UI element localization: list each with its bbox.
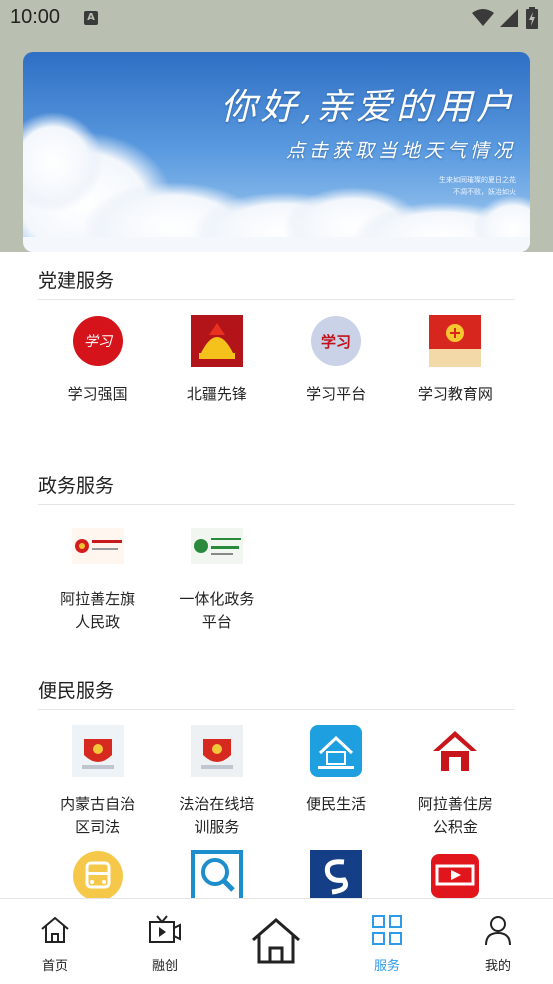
service-item-xuexi-pingtai[interactable]: 学习 学习平台 (277, 300, 396, 425)
search-app-icon (190, 850, 243, 898)
service-item-search-app[interactable] (157, 835, 276, 898)
movie-icon (429, 850, 481, 898)
person-icon (483, 913, 513, 947)
service-item-beijiang-xianfeng[interactable]: 北疆先锋 (157, 300, 276, 425)
tab-home[interactable]: 首页 (0, 899, 110, 984)
service-label: 阿拉善住房公积金 (417, 795, 493, 836)
grid-icon (371, 913, 403, 947)
home-icon (39, 913, 71, 947)
service-label: 便民生活 (306, 795, 367, 813)
service-content[interactable]: 党建服务 学习 学习强国 北疆先锋 学习 学习平台 学习教育网 政务服务 阿拉善… (0, 252, 553, 898)
banner-greeting: 你好,亲爱的用户 (220, 87, 516, 128)
banner-fine-print-line: 不凋不败，妖冶如火 (453, 188, 516, 196)
signal-icon (500, 9, 518, 27)
xuexi-pingtai-icon: 学习 (310, 315, 362, 367)
service-label: 学习教育网 (417, 385, 493, 403)
banner-subtitle: 点击获取当地天气情况 (285, 140, 516, 162)
banner-fine-print-line: 生来如同璀璨的夏日之花 (439, 176, 516, 184)
service-item-gov-emblem[interactable]: 阿拉善左旗人民政 (38, 505, 157, 631)
xuexi-qiangguo-icon: 学习 (72, 315, 124, 367)
house-icon (310, 725, 363, 777)
section-party-services: 党建服务 学习 学习强国 北疆先锋 学习 学习平台 学习教育网 (38, 252, 515, 425)
justice-emblem-icon (71, 725, 124, 777)
gov-emblem-icon (71, 520, 124, 572)
service-item-s-logo[interactable] (277, 835, 396, 898)
bus-icon (72, 850, 124, 898)
svg-text:学习: 学习 (84, 334, 114, 350)
tab-services[interactable]: 服务 (332, 899, 442, 984)
status-bar: 10:00 A (0, 0, 553, 36)
service-item-housing-fund[interactable]: 阿拉善住房公积金 (396, 710, 515, 836)
service-item-justice[interactable]: 内蒙古自治区司法 (38, 710, 157, 836)
svg-text:学习: 学习 (321, 333, 351, 351)
section-title: 党建服务 (38, 252, 515, 300)
xuexi-jiaoyu-icon (429, 315, 482, 367)
home-big-icon (250, 915, 302, 967)
service-label: 学习平台 (306, 385, 367, 403)
tab-label: 服务 (373, 959, 400, 974)
tab-label: 我的 (484, 959, 511, 974)
service-label: 阿拉善左旗人民政 (60, 590, 136, 631)
tv-icon (148, 913, 182, 947)
wifi-icon (472, 9, 494, 26)
section-government-services: 政务服务 阿拉善左旗人民政 一体化政务平台 (38, 457, 515, 631)
beijiang-xianfeng-icon (190, 315, 243, 367)
service-label: 法治在线培训服务 (179, 795, 255, 836)
service-item-convenience-life[interactable]: 便民生活 (277, 710, 396, 835)
battery-icon (526, 7, 538, 29)
notification-a-icon: A (84, 11, 98, 25)
service-item-xuexi-qiangguo[interactable]: 学习 学习强国 (38, 300, 157, 425)
weather-banner[interactable]: 你好,亲爱的用户 点击获取当地天气情况 生来如同璀璨的夏日之花 不凋不败，妖冶如… (23, 52, 530, 252)
service-item-movie[interactable] (396, 835, 515, 898)
service-item-bus[interactable] (38, 835, 157, 898)
service-item-gov-platform[interactable]: 一体化政务平台 (157, 505, 276, 631)
s-logo-icon (310, 850, 363, 898)
banner-fine-print: 生来如同璀璨的夏日之花 不凋不败，妖冶如火 (439, 174, 516, 198)
section-title: 便民服务 (38, 662, 515, 710)
service-label: 北疆先锋 (186, 385, 247, 403)
housing-fund-icon (429, 725, 481, 777)
service-item-xuexi-jiaoyu[interactable]: 学习教育网 (396, 300, 515, 425)
section-title: 政务服务 (38, 457, 515, 505)
service-label: 内蒙古自治区司法 (60, 795, 136, 836)
gov-platform-icon (190, 520, 243, 572)
tab-rongchuang[interactable]: 融创 (110, 899, 220, 984)
status-time: 10:00 (10, 6, 61, 28)
service-item-law-training[interactable]: 法治在线培训服务 (157, 710, 276, 836)
law-training-icon (190, 725, 243, 777)
tab-center-home[interactable] (221, 899, 331, 984)
tab-label: 融创 (151, 959, 178, 974)
tab-mine[interactable]: 我的 (443, 899, 553, 984)
bottom-tab-bar: 首页 融创 服务 我的 (0, 898, 553, 984)
section-citizen-services: 便民服务 内蒙古自治区司法 法治在线培训服务 便民生活 阿拉善住房公积金 (38, 662, 515, 898)
tab-label: 首页 (41, 959, 68, 974)
service-label: 学习强国 (67, 385, 128, 403)
service-label: 一体化政务平台 (179, 590, 255, 631)
